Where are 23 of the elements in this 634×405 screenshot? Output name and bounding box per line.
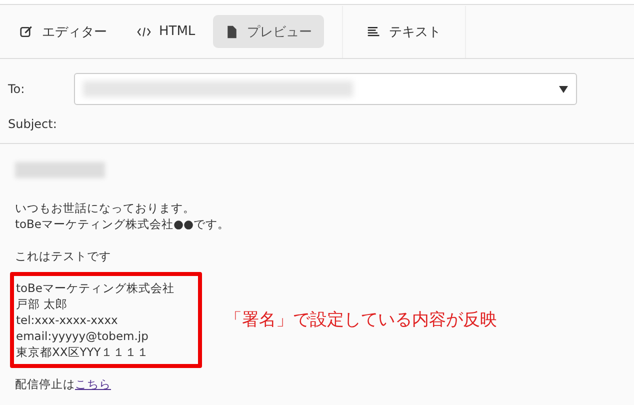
field-label: To: (8, 82, 26, 96)
tab[interactable]: プレビュー (213, 15, 324, 48)
caret-icon (559, 86, 568, 92)
unsubscribe-link[interactable]: こちら (75, 377, 111, 391)
code-icon (137, 24, 151, 38)
annotation: 「署名」で設定している内容が反映 (225, 312, 497, 328)
unsubscribe-text: 配信停止は こちら (15, 376, 112, 392)
signature-line: toBeマーケティング株式会社 (16, 280, 176, 296)
tab[interactable]: HTML (125, 15, 208, 48)
tab[interactable]: エディター (8, 15, 119, 48)
text-lines-icon (367, 24, 382, 38)
tab[interactable]: テキスト (342, 6, 466, 58)
field-label: Subject: (8, 117, 57, 131)
recipient-dropdown[interactable] (74, 73, 577, 105)
signature-line: email:yyyyy@tobem.jp (16, 328, 150, 344)
message-line: これはテストです (15, 249, 111, 263)
edit-icon (20, 24, 34, 38)
message-line: いつもお世話になっております。 (15, 200, 196, 216)
document-icon (225, 24, 240, 38)
signature-line: 東京都XX区YYY１１１１ (16, 344, 150, 360)
signature-line: tel:xxx-xxxx-xxxx (16, 312, 119, 328)
message-line: toBeマーケティング株式会社●●です。 (15, 216, 231, 232)
signature-line: 戸部 太郎 (16, 296, 69, 312)
